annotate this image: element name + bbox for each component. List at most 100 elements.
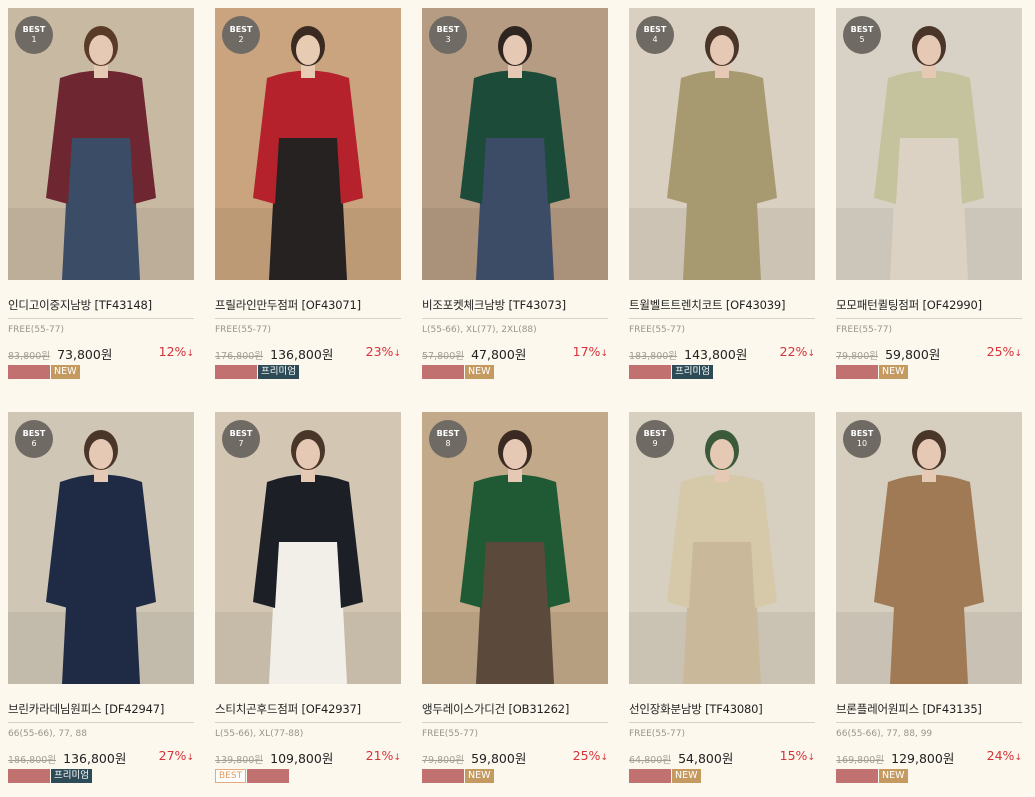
product-image[interactable]: BEST 6 <box>8 412 194 684</box>
product-card[interactable]: BEST 1 인디고이중지남방 [TF43148] FREE(55-77) 83… <box>8 8 194 379</box>
best-label: BEST <box>229 429 253 438</box>
product-title[interactable]: 모모패턴퀼팅점퍼 [OF42990] <box>836 297 1022 319</box>
color-tag <box>8 769 50 783</box>
color-tag <box>836 365 878 379</box>
best-label: BEST <box>643 25 667 34</box>
price-row: 139,800원 109,800원 21%↓ <box>215 748 401 766</box>
down-arrow-icon: ↓ <box>1014 753 1022 763</box>
product-title[interactable]: 프릴라인만두점퍼 [OF43071] <box>215 297 401 319</box>
original-price: 139,800원 <box>215 755 264 766</box>
product-image[interactable]: BEST 4 <box>629 8 815 280</box>
color-tag <box>422 769 464 783</box>
sale-price: 47,800원 <box>471 347 527 362</box>
discount-value: 15% <box>779 748 808 763</box>
price-row: 183,800원 143,800원 22%↓ <box>629 344 815 362</box>
product-title[interactable]: 브론플레어원피스 [DF43135] <box>836 701 1022 723</box>
product-tags: 프리미엄 <box>215 365 401 379</box>
product-title[interactable]: 인디고이중지남방 [TF43148] <box>8 297 194 319</box>
price-row: 176,800원 136,800원 23%↓ <box>215 344 401 362</box>
best-label: BEST <box>643 429 667 438</box>
product-title[interactable]: 비조포켓체크남방 [TF43073] <box>422 297 608 319</box>
product-title[interactable]: 스티치곤후드점퍼 [OF42937] <box>215 701 401 723</box>
best-rank-badge: BEST 6 <box>15 420 53 458</box>
down-arrow-icon: ↓ <box>600 753 608 763</box>
rank-number: 6 <box>31 439 37 448</box>
product-image[interactable]: BEST 8 <box>422 412 608 684</box>
discount-value: 23% <box>365 344 394 359</box>
color-tag <box>215 365 257 379</box>
product-card[interactable]: BEST 6 브린카라데님원피스 [DF42947] 66(55-66), 77… <box>8 412 194 783</box>
price-row: 169,800원 129,800원 24%↓ <box>836 748 1022 766</box>
best-rank-badge: BEST 7 <box>222 420 260 458</box>
original-price: 83,800원 <box>8 351 50 362</box>
rank-number: 2 <box>238 35 244 44</box>
new-tag: NEW <box>672 769 701 783</box>
product-card[interactable]: BEST 4 트윌벨트트렌치코트 [OF43039] FREE(55-77) 1… <box>629 8 815 379</box>
product-image[interactable]: BEST 7 <box>215 412 401 684</box>
best-rank-badge: BEST 3 <box>429 16 467 54</box>
product-card[interactable]: BEST 5 모모패턴퀼팅점퍼 [OF42990] FREE(55-77) 79… <box>836 8 1022 379</box>
product-card[interactable]: BEST 10 브론플레어원피스 [DF43135] 66(55-66), 77… <box>836 412 1022 783</box>
rank-number: 9 <box>652 439 658 448</box>
discount-value: 25% <box>572 748 601 763</box>
best-rank-badge: BEST 10 <box>843 420 881 458</box>
discount-value: 25% <box>986 344 1015 359</box>
product-image[interactable]: BEST 3 <box>422 8 608 280</box>
best-rank-badge: BEST 9 <box>636 420 674 458</box>
rank-number: 10 <box>856 439 868 448</box>
new-tag: NEW <box>51 365 80 379</box>
sale-price: 136,800원 <box>270 347 334 362</box>
discount-value: 27% <box>158 748 187 763</box>
down-arrow-icon: ↓ <box>807 753 815 763</box>
product-image[interactable]: BEST 9 <box>629 412 815 684</box>
price-row: 57,800원 47,800원 17%↓ <box>422 344 608 362</box>
down-arrow-icon: ↓ <box>186 349 194 359</box>
product-image[interactable]: BEST 1 <box>8 8 194 280</box>
discount-value: 21% <box>365 748 394 763</box>
product-title[interactable]: 트윌벨트트렌치코트 [OF43039] <box>629 297 815 319</box>
sale-price: 59,800원 <box>885 347 941 362</box>
down-arrow-icon: ↓ <box>807 349 815 359</box>
product-sizes: FREE(55-77) <box>8 325 64 335</box>
new-tag: NEW <box>465 769 494 783</box>
new-tag: NEW <box>879 769 908 783</box>
best-label: BEST <box>436 25 460 34</box>
new-tag: NEW <box>465 365 494 379</box>
rank-number: 8 <box>445 439 451 448</box>
product-card[interactable]: BEST 7 스티치곤후드점퍼 [OF42937] L(55-66), XL(7… <box>215 412 401 783</box>
price-row: 64,800원 54,800원 15%↓ <box>629 748 815 766</box>
product-title[interactable]: 선인장화분남방 [TF43080] <box>629 701 815 723</box>
down-arrow-icon: ↓ <box>186 753 194 763</box>
product-card[interactable]: BEST 9 선인장화분남방 [TF43080] FREE(55-77) 64,… <box>629 412 815 783</box>
premium-tag: 프리미엄 <box>672 365 713 379</box>
sale-price: 136,800원 <box>63 751 127 766</box>
product-tags: 프리미엄 <box>8 769 194 783</box>
product-tags: NEW <box>8 365 194 379</box>
best-rank-badge: BEST 4 <box>636 16 674 54</box>
best-rank-badge: BEST 1 <box>15 16 53 54</box>
product-image[interactable]: BEST 2 <box>215 8 401 280</box>
product-card[interactable]: BEST 2 프릴라인만두점퍼 [OF43071] FREE(55-77) 17… <box>215 8 401 379</box>
product-sizes: L(55-66), XL(77-88) <box>215 729 304 739</box>
color-tag <box>629 769 671 783</box>
original-price: 57,800원 <box>422 351 464 362</box>
down-arrow-icon: ↓ <box>393 753 401 763</box>
product-title[interactable]: 앵두레이스가디건 [OB31262] <box>422 701 608 723</box>
product-card[interactable]: BEST 8 앵두레이스가디건 [OB31262] FREE(55-77) 79… <box>422 412 608 783</box>
down-arrow-icon: ↓ <box>393 349 401 359</box>
product-grid: BEST 1 인디고이중지남방 [TF43148] FREE(55-77) 83… <box>0 0 1035 797</box>
premium-tag: 프리미엄 <box>258 365 299 379</box>
product-sizes: 66(55-66), 77, 88, 99 <box>836 729 933 739</box>
product-image[interactable]: BEST 5 <box>836 8 1022 280</box>
product-image[interactable]: BEST 10 <box>836 412 1022 684</box>
product-sizes: FREE(55-77) <box>629 729 685 739</box>
product-tags: NEW <box>422 365 608 379</box>
rank-number: 7 <box>238 439 244 448</box>
discount-rate: 22%↓ <box>780 344 815 359</box>
best-tag: BEST <box>215 769 247 783</box>
product-tags: NEW <box>836 769 1022 783</box>
rank-number: 4 <box>652 35 658 44</box>
rank-number: 5 <box>859 35 865 44</box>
product-card[interactable]: BEST 3 비조포켓체크남방 [TF43073] L(55-66), XL(7… <box>422 8 608 379</box>
product-title[interactable]: 브린카라데님원피스 [DF42947] <box>8 701 194 723</box>
